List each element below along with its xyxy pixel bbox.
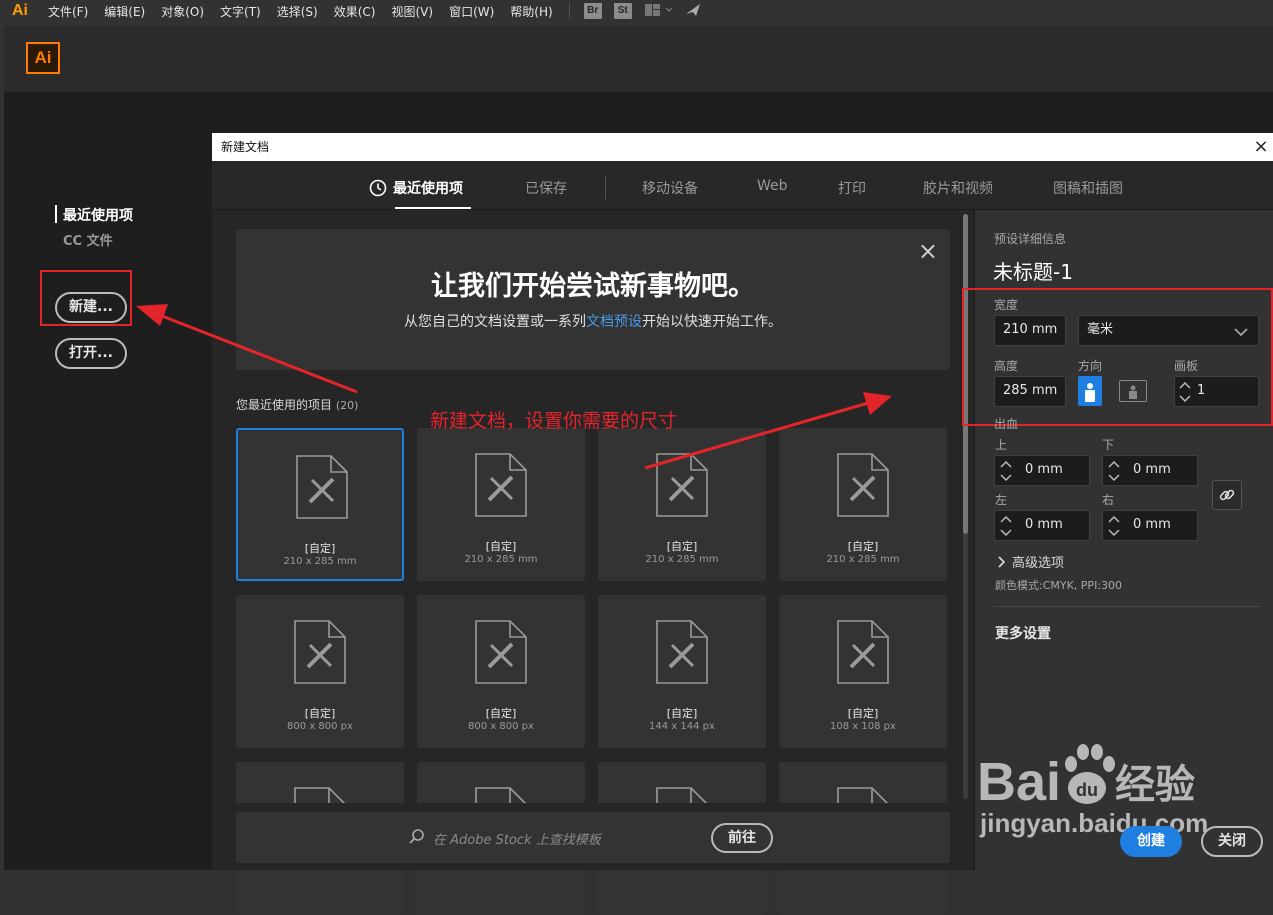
annotation-arrows: [136, 304, 892, 470]
arrow-to-new-button: [136, 304, 358, 394]
arrow-to-size-fields: [644, 392, 892, 470]
